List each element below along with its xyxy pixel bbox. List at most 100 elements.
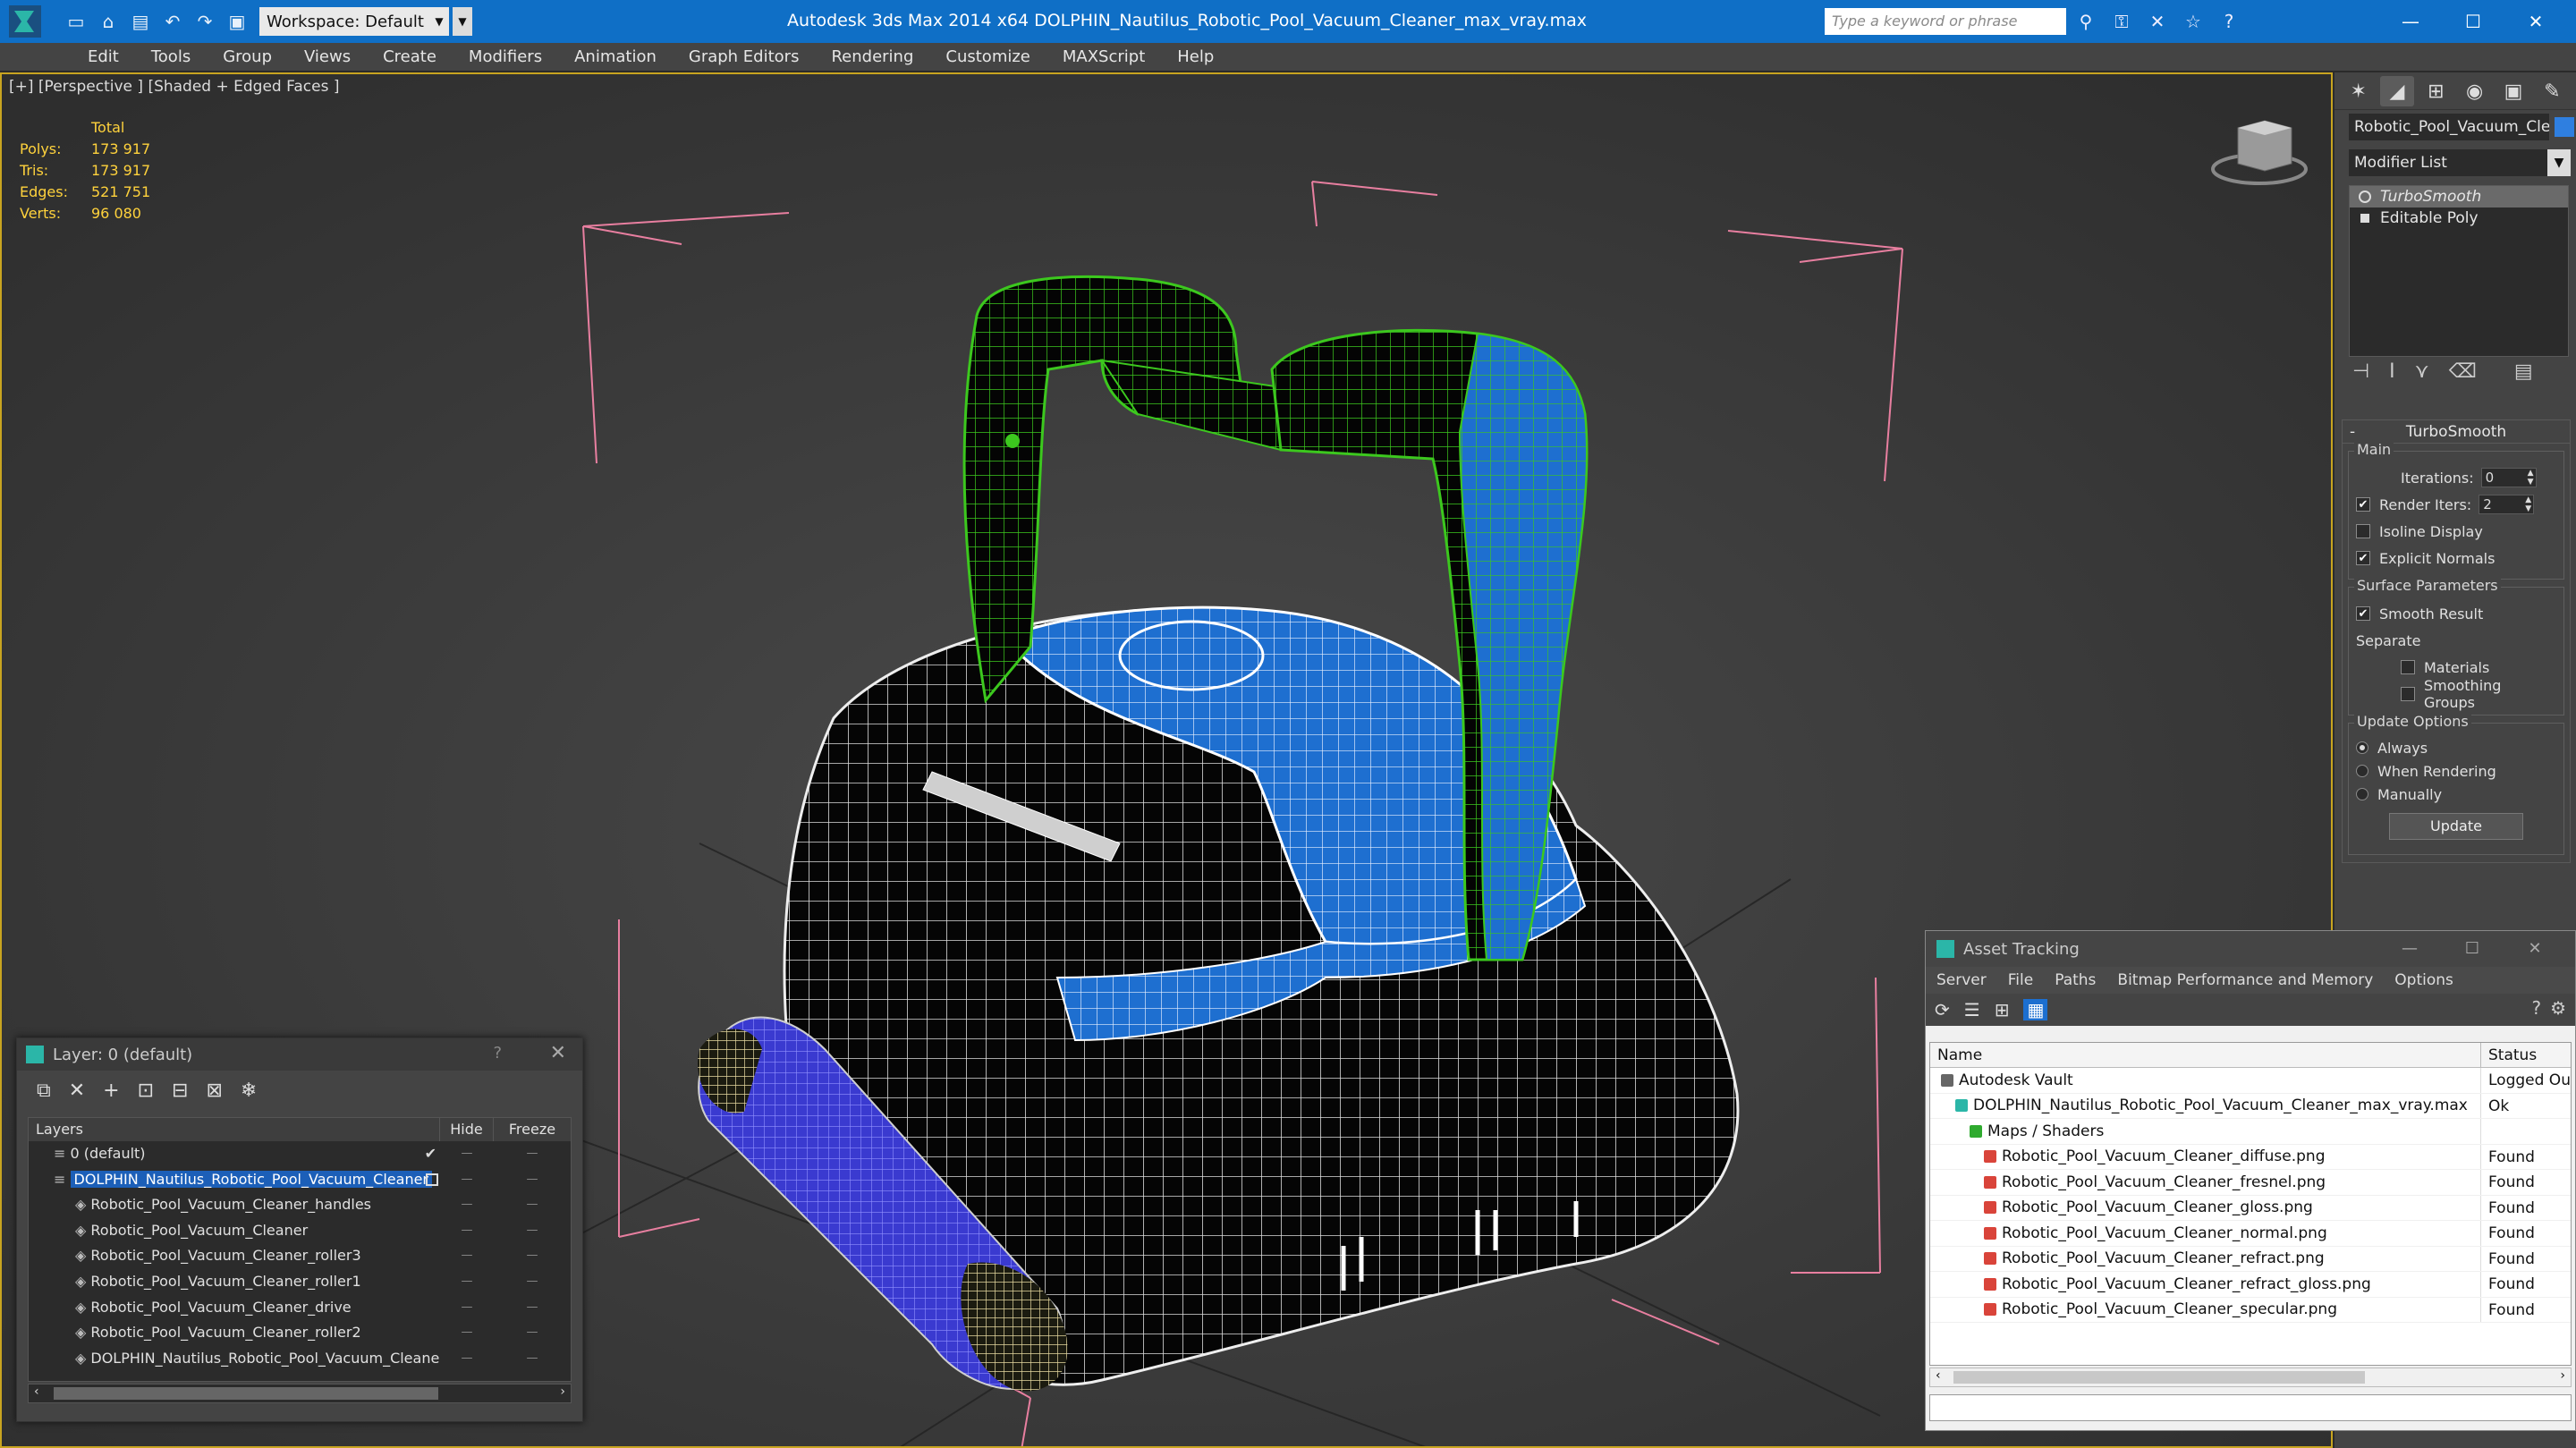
stack-item-turbosmooth[interactable]: TurboSmooth [2350, 186, 2568, 207]
asset-row[interactable]: Robotic_Pool_Vacuum_Cleaner_fresnel.png F… [1930, 1170, 2571, 1196]
freeze-all-layers-icon[interactable]: ❄ [241, 1080, 257, 1102]
menu-create[interactable]: Create [367, 43, 453, 72]
asset-window-titlebar[interactable]: Asset Tracking — ☐ ✕ [1926, 931, 2575, 967]
asset-row[interactable]: Robotic_Pool_Vacuum_Cleaner_refract_glos… [1930, 1272, 2571, 1298]
utilities-tab-icon[interactable]: ✎ [2536, 76, 2569, 106]
menu-animation[interactable]: Animation [558, 43, 673, 72]
motion-tab-icon[interactable]: ◉ [2458, 76, 2491, 106]
layer-row[interactable]: ◈ Robotic_Pool_Vacuum_Cleaner_roller3— — [29, 1243, 571, 1269]
spinner-arrows-icon[interactable]: ▲ ▼ [2525, 495, 2531, 513]
maximize-icon[interactable]: ☐ [2442, 0, 2504, 43]
menu-group[interactable]: Group [207, 43, 288, 72]
hide-toggle[interactable]: — [440, 1269, 494, 1295]
menu-paths[interactable]: Paths [2044, 971, 2106, 989]
open-file-icon[interactable]: ⌂ [95, 8, 122, 35]
horizontal-scrollbar[interactable]: ‹ › [1929, 1368, 2572, 1387]
show-end-result-icon[interactable]: Ⅰ [2389, 360, 2395, 383]
asset-row[interactable]: Robotic_Pool_Vacuum_Cleaner_refract.png F… [1930, 1246, 2571, 1272]
redo-icon[interactable]: ↷ [191, 8, 218, 35]
remove-modifier-icon[interactable]: ⌫ [2449, 360, 2477, 383]
workspace-select[interactable]: Workspace: Default ▼ [259, 7, 449, 36]
layer-row[interactable]: ◈ Robotic_Pool_Vacuum_Cleaner_roller2— — [29, 1320, 571, 1346]
toolbar-overflow-button[interactable]: ▼ [453, 7, 472, 36]
manually-radio[interactable] [2356, 788, 2368, 800]
highlight-selected-icon[interactable]: ⊟ [172, 1080, 188, 1102]
help-icon[interactable]: ? [2531, 997, 2541, 1019]
current-layer-check-icon[interactable]: ✔ [425, 1141, 436, 1166]
freeze-toggle[interactable]: — [494, 1295, 571, 1321]
isoline-display-checkbox[interactable] [2356, 524, 2370, 538]
asset-row[interactable]: Maps / Shaders [1930, 1119, 2571, 1145]
asset-row[interactable]: Autodesk Vault Logged Ou [1930, 1068, 2571, 1094]
menu-server[interactable]: Server [1926, 971, 1997, 989]
hierarchy-tab-icon[interactable]: ⊞ [2419, 76, 2453, 106]
minimize-icon[interactable]: — [2378, 931, 2441, 967]
menu-edit[interactable]: Edit [72, 43, 135, 72]
freeze-toggle[interactable]: — [494, 1269, 571, 1295]
close-icon[interactable]: ✕ [2504, 0, 2567, 43]
asset-path-field[interactable] [1929, 1394, 2572, 1421]
exchange-icon[interactable]: ✕ [2143, 7, 2172, 36]
freeze-toggle[interactable]: — [494, 1346, 571, 1372]
settings-icon[interactable]: ⚙ [2550, 997, 2566, 1019]
layer-window-titlebar[interactable]: Layer: 0 (default) ? ✕ [17, 1038, 582, 1071]
hide-toggle[interactable]: — [440, 1243, 494, 1269]
hide-toggle[interactable]: — [440, 1346, 494, 1372]
menu-rendering[interactable]: Rendering [815, 43, 929, 72]
smooth-result-checkbox[interactable]: ✔ [2356, 606, 2370, 621]
hide-toggle[interactable]: — [440, 1141, 494, 1167]
maximize-icon[interactable]: ☐ [2441, 931, 2504, 967]
new-layer-icon[interactable]: ⧉ [37, 1080, 51, 1102]
close-icon[interactable]: ✕ [2504, 931, 2566, 967]
refresh-icon[interactable]: ⟳ [1935, 999, 1950, 1020]
spinner-arrows-icon[interactable]: ▲ ▼ [2528, 469, 2534, 487]
menu-graph-editors[interactable]: Graph Editors [673, 43, 816, 72]
when-rendering-radio[interactable] [2356, 765, 2368, 777]
create-tab-icon[interactable]: ✶ [2342, 76, 2375, 106]
scroll-left-icon[interactable]: ‹ [1936, 1368, 1941, 1383]
stack-item-editable-poly[interactable]: Editable Poly [2350, 207, 2568, 229]
update-button[interactable]: Update [2389, 813, 2523, 840]
scroll-right-icon[interactable]: › [560, 1384, 565, 1399]
horizontal-scrollbar[interactable]: ‹ › [28, 1384, 572, 1403]
layer-row[interactable]: ≡ 0 (default) ✔ — — [29, 1141, 571, 1167]
column-header-freeze[interactable]: Freeze [494, 1118, 571, 1141]
close-icon[interactable]: ✕ [550, 1042, 566, 1064]
hide-toggle[interactable]: — [440, 1295, 494, 1321]
binoculars-icon[interactable]: ⚲ [2072, 7, 2100, 36]
select-highlighted-icon[interactable]: ⊡ [138, 1080, 154, 1102]
configure-modifier-sets-icon[interactable]: ▤ [2514, 360, 2533, 383]
search-input[interactable]: Type a keyword or phrase [1825, 8, 2066, 35]
layer-row[interactable]: ◈ Robotic_Pool_Vacuum_Cleaner_handles — — [29, 1192, 571, 1218]
menu-modifiers[interactable]: Modifiers [453, 43, 558, 72]
object-color-swatch[interactable] [2555, 117, 2574, 137]
modifier-list-dropdown[interactable]: Modifier List ▼ [2349, 149, 2571, 176]
help-icon[interactable]: ? [493, 1044, 502, 1063]
menu-maxscript[interactable]: MAXScript [1046, 43, 1161, 72]
thumbnail-view-icon[interactable]: ⊞ [1995, 999, 2010, 1020]
freeze-toggle[interactable]: — [494, 1141, 571, 1167]
menu-file[interactable]: File [1997, 971, 2044, 989]
scroll-left-icon[interactable]: ‹ [34, 1384, 39, 1399]
layer-row[interactable]: ≡ DOLPHIN_Nautilus_Robotic_Pool_Vacuum_C… [29, 1167, 571, 1193]
modify-tab-icon[interactable]: ◢ [2380, 76, 2414, 106]
freeze-toggle[interactable]: — [494, 1218, 571, 1244]
list-view-icon[interactable]: ☰ [1964, 999, 1980, 1020]
layer-row[interactable]: ◈ Robotic_Pool_Vacuum_Cleaner — — [29, 1218, 571, 1244]
minimize-icon[interactable]: — [2379, 0, 2442, 43]
explicit-normals-checkbox[interactable]: ✔ [2356, 551, 2370, 565]
layer-row[interactable]: ◈ Robotic_Pool_Vacuum_Cleaner_drive — — [29, 1295, 571, 1321]
scroll-thumb[interactable] [1953, 1371, 2365, 1384]
column-header-hide[interactable]: Hide [440, 1118, 494, 1141]
make-unique-icon[interactable]: ⋎ [2415, 360, 2429, 383]
hide-toggle[interactable]: — [440, 1320, 494, 1346]
hide-toggle[interactable]: — [440, 1218, 494, 1244]
menu-help[interactable]: Help [1161, 43, 1230, 72]
menu-customize[interactable]: Customize [929, 43, 1046, 72]
table-view-icon[interactable]: ▦ [2023, 999, 2048, 1020]
object-name-field[interactable]: Robotic_Pool_Vacuum_Cleaner [2349, 114, 2549, 140]
layer-row[interactable]: ◈ DOLPHIN_Nautilus_Robotic_Pool_Vacuum_C… [29, 1346, 571, 1372]
set-current-box-icon[interactable] [426, 1173, 438, 1186]
hold-icon[interactable]: ▣ [224, 8, 250, 35]
menu-bitmap-performance[interactable]: Bitmap Performance and Memory [2106, 971, 2384, 989]
